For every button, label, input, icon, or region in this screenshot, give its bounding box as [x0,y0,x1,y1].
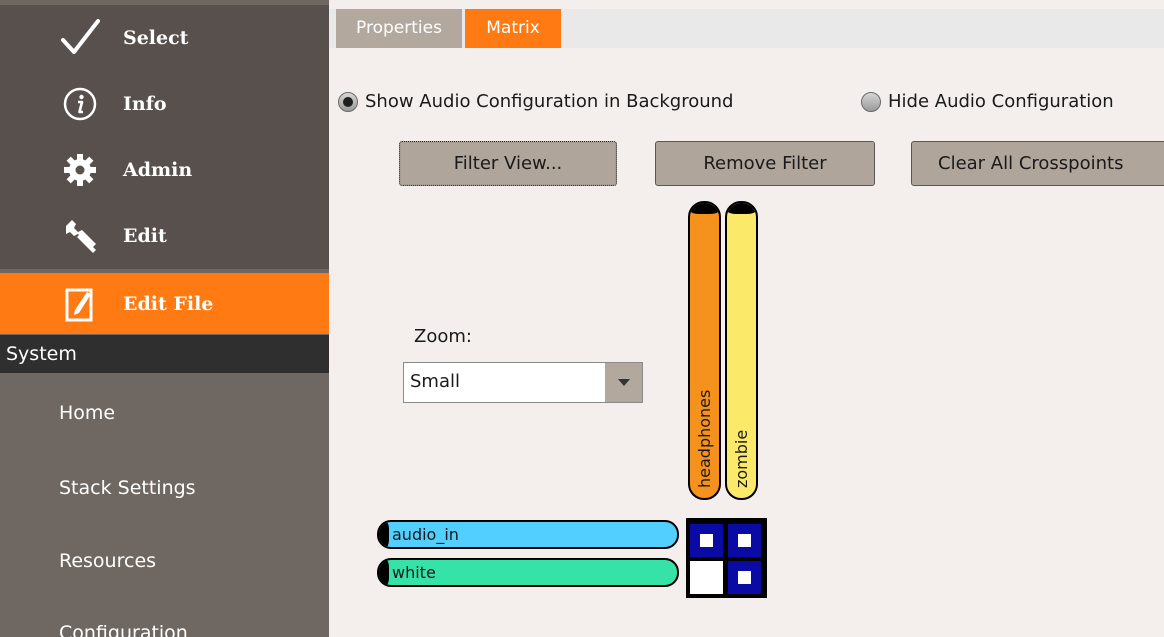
radio-button-selected[interactable] [338,91,358,112]
nav-item-label: Select [123,27,189,49]
column-cap [690,203,719,214]
clear-all-crosspoints-button[interactable]: Clear All Crosspoints [911,141,1164,186]
row-cap [379,522,389,547]
radio-label: Show Audio Configuration in Background [365,91,734,112]
nav-item-admin[interactable]: Admin [0,137,329,203]
matrix-row-white[interactable]: white [377,558,679,587]
tab-bar: Properties Matrix [329,0,1164,48]
radio-hide-audio-config[interactable]: Hide Audio Configuration [861,91,1114,112]
crosspoint-grid [686,518,767,598]
zoom-label: Zoom: [414,326,472,347]
sidebar-item-stack-settings[interactable]: Stack Settings [59,477,196,499]
radio-label: Hide Audio Configuration [888,91,1114,112]
column-label: zombie [731,429,751,488]
nav-item-label: Admin [123,159,193,181]
column-cap [727,203,756,214]
nav-item-info[interactable]: Info [0,71,329,137]
nav-item-select[interactable]: Select [0,5,329,71]
checkmark-icon [60,16,100,60]
matrix-row-audio-in[interactable]: audio_in [377,520,679,549]
crosspoint-audio-in-zombie[interactable] [728,524,761,557]
sidebar-item-resources[interactable]: Resources [59,550,156,572]
filter-view-button[interactable]: Filter View... [399,141,617,186]
crosspoint-white-zombie[interactable] [728,561,761,594]
matrix-column-zombie[interactable]: zombie [725,201,758,500]
nav-item-label: Info [123,93,167,115]
column-label: headphones [694,389,714,488]
radio-show-audio-config[interactable]: Show Audio Configuration in Background [338,91,733,112]
gear-icon [60,148,100,192]
info-icon [60,82,100,126]
sidebar-item-home[interactable]: Home [59,402,115,424]
tab-matrix[interactable]: Matrix [465,9,561,48]
matrix-column-headphones[interactable]: headphones [688,201,721,500]
zoom-select[interactable]: Small [403,362,643,403]
sidebar-item-configuration[interactable]: Configuration [59,622,188,637]
row-label: white [392,563,436,582]
chevron-down-icon[interactable] [605,363,642,402]
section-header-system: System [0,335,329,373]
row-cap [379,560,389,585]
nav-item-label: Edit [123,225,167,247]
remove-filter-button[interactable]: Remove Filter [655,141,875,186]
wrench-icon [60,214,100,258]
radio-button[interactable] [861,91,881,112]
crosspoint-audio-in-headphones[interactable] [690,524,723,557]
row-label: audio_in [392,525,459,544]
nav-item-edit-file[interactable]: Edit File [0,273,329,334]
sidebar: Select Info Admin Edit Edit File System … [0,0,329,637]
nav-item-edit[interactable]: Edit [0,203,329,269]
edit-file-icon [60,282,100,326]
crosspoint-white-headphones[interactable] [690,561,723,594]
tab-properties[interactable]: Properties [336,9,462,48]
nav-item-label: Edit File [123,292,214,315]
zoom-value: Small [410,371,460,392]
